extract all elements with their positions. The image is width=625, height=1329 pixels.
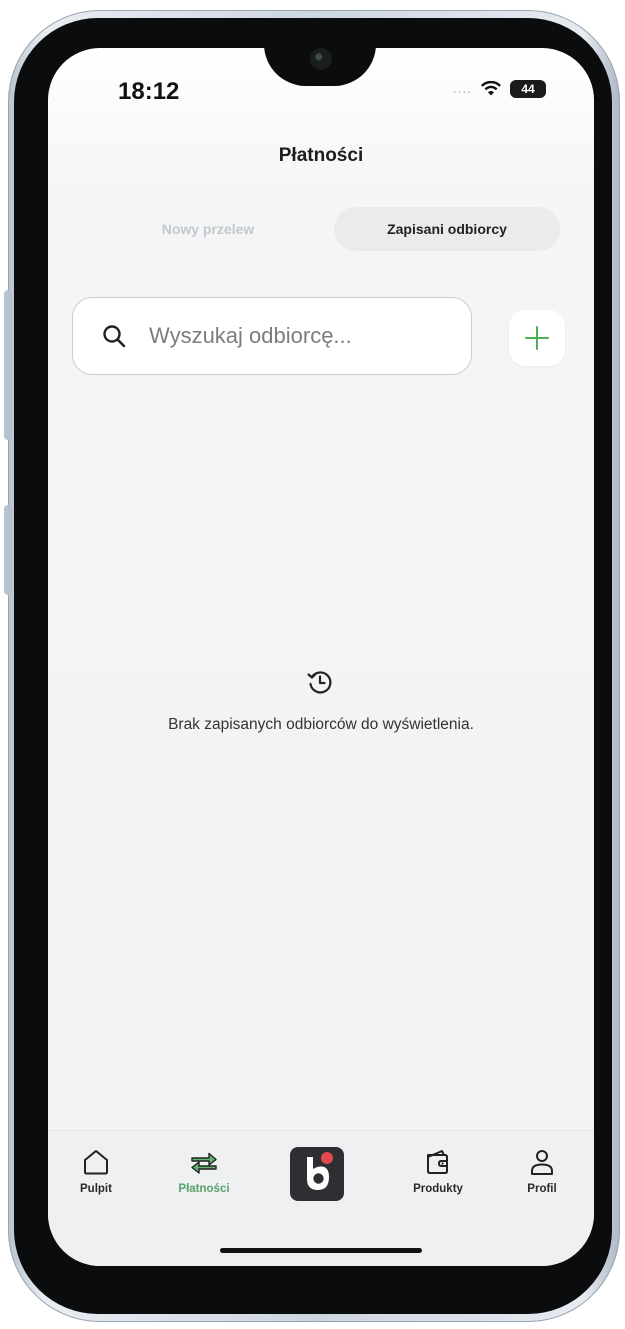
status-time: 18:12 bbox=[118, 78, 180, 105]
transfer-arrows-icon bbox=[191, 1152, 217, 1174]
battery-level: 44 bbox=[521, 82, 535, 96]
home-indicator[interactable] bbox=[220, 1248, 422, 1253]
volume-up-button bbox=[4, 290, 12, 440]
nav-item-profil[interactable]: Profil bbox=[518, 1147, 566, 1195]
wifi-icon bbox=[481, 81, 501, 96]
empty-state-text: Brak zapisanych odbiorców do wyświetleni… bbox=[168, 716, 474, 733]
power-button bbox=[4, 505, 12, 595]
user-icon bbox=[531, 1150, 553, 1175]
nav-item-produkty[interactable]: Produkty bbox=[400, 1147, 476, 1195]
status-indicators: .... 44 bbox=[453, 80, 546, 98]
nav-item-platnosci[interactable]: Płatności bbox=[164, 1147, 244, 1195]
nav-label-profil: Profil bbox=[527, 1183, 557, 1195]
wallet-icon bbox=[427, 1150, 448, 1174]
home-icon bbox=[84, 1150, 108, 1175]
brand-logo-icon bbox=[307, 1152, 333, 1190]
search-field[interactable] bbox=[72, 297, 472, 375]
screen: 18:12 .... 44 Płatności Nowy przelew Zap… bbox=[48, 48, 594, 1266]
camera-icon bbox=[310, 48, 332, 70]
nav-label-platnosci: Płatności bbox=[178, 1183, 230, 1195]
plus-icon bbox=[525, 326, 549, 350]
tab-new-transfer[interactable]: Nowy przelew bbox=[108, 208, 308, 250]
signal-icon: .... bbox=[452, 82, 472, 96]
page-title: Płatności bbox=[278, 145, 364, 166]
nav-label-produkty: Produkty bbox=[413, 1183, 463, 1195]
nav-label-pulpit: Pulpit bbox=[80, 1183, 112, 1195]
history-icon bbox=[307, 671, 332, 694]
add-recipient-button[interactable] bbox=[509, 310, 565, 366]
tab-saved-recipients[interactable]: Zapisani odbiorcy bbox=[334, 207, 560, 251]
battery-icon: 44 bbox=[510, 80, 546, 98]
bottom-nav: Pulpit Płatności Produkty Profil bbox=[48, 1130, 594, 1266]
nav-item-pulpit[interactable]: Pulpit bbox=[72, 1147, 120, 1195]
brand-app-button[interactable] bbox=[290, 1147, 344, 1201]
notch bbox=[264, 48, 376, 86]
search-input[interactable] bbox=[147, 322, 451, 350]
search-icon bbox=[103, 325, 126, 348]
